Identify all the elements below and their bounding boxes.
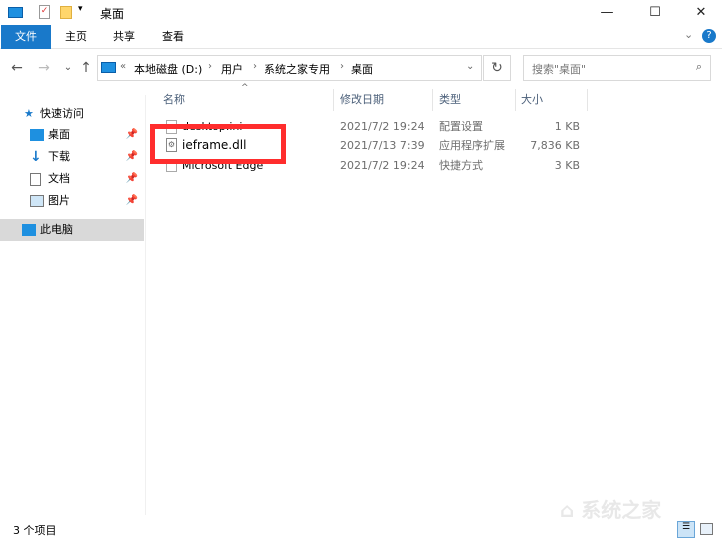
computer-icon [22, 224, 36, 236]
sidebar-label: 下载 [48, 150, 70, 163]
back-button[interactable]: ← [9, 59, 25, 77]
file-type: 快捷方式 [439, 159, 483, 172]
column-divider[interactable] [432, 89, 433, 111]
sidebar-item-documents[interactable]: 文档 📌 [0, 168, 144, 190]
computer-icon [101, 62, 116, 73]
sidebar-label: 此电脑 [40, 223, 73, 236]
sidebar-label: 桌面 [48, 128, 70, 141]
file-date: 2021/7/2 19:24 [340, 120, 425, 133]
maximize-button[interactable]: ☐ [632, 0, 678, 25]
pin-icon[interactable]: 📌 [126, 190, 138, 212]
tab-home[interactable]: 主页 [58, 25, 94, 49]
large-icons-view-button[interactable] [700, 523, 713, 535]
column-header-date[interactable]: 修改日期 [340, 89, 384, 111]
sidebar-item-desktop[interactable]: 桌面 📌 [0, 124, 144, 146]
chevron-right-icon: › [253, 61, 257, 72]
column-divider[interactable] [333, 89, 334, 111]
computer-icon [8, 7, 23, 18]
tab-share[interactable]: 共享 [106, 25, 142, 49]
refresh-button[interactable]: ↻ [483, 55, 511, 81]
sidebar-item-downloads[interactable]: ↓ 下载 📌 [0, 146, 144, 168]
recent-locations-button[interactable]: ⌄ [60, 59, 76, 77]
expand-ribbon-icon[interactable]: ⌄ [684, 28, 693, 41]
file-size: 3 KB [554, 159, 580, 172]
column-header-type[interactable]: 类型 [439, 89, 461, 111]
picture-icon [30, 195, 44, 207]
highlight-box [150, 124, 286, 164]
chevron-right-icon: › [208, 61, 212, 72]
pin-icon[interactable]: 📌 [126, 146, 138, 168]
tab-file[interactable]: 文件 [1, 25, 51, 49]
file-date: 2021/7/2 19:24 [340, 159, 425, 172]
column-header-size[interactable]: 大小 [521, 89, 543, 111]
file-size: 7,836 KB [530, 139, 580, 152]
file-size: 1 KB [554, 120, 580, 133]
watermark-logo: ⌂ 系统之家 [560, 498, 662, 522]
sidebar-label: 快速访问 [40, 107, 84, 120]
close-button[interactable]: ✕ [678, 0, 722, 25]
address-bar[interactable]: « 本地磁盘 (D:) › 用户 › 系统之家专用 › 桌面 ⌄ [97, 55, 482, 81]
sidebar-item-pictures[interactable]: 图片 📌 [0, 190, 144, 212]
new-folder-icon[interactable] [60, 6, 72, 19]
pin-icon[interactable]: 📌 [126, 168, 138, 190]
customize-toolbar-icon[interactable]: ▾ [78, 4, 83, 14]
desktop-icon [30, 129, 44, 141]
document-icon [30, 173, 41, 186]
navigation-pane: ★ 快速访问 桌面 📌 ↓ 下载 📌 文档 📌 图片 📌 此电脑 [0, 95, 146, 515]
column-divider[interactable] [515, 89, 516, 111]
title-bar: ✓ ▾ 桌面 — ☐ ✕ [0, 0, 722, 25]
breadcrumb-drive[interactable]: 本地磁盘 (D:) [134, 61, 202, 77]
tab-view[interactable]: 查看 [155, 25, 191, 49]
breadcrumb-users[interactable]: 用户 [221, 61, 243, 77]
download-icon: ↓ [30, 149, 42, 165]
window-title: 桌面 [100, 7, 125, 21]
minimize-button[interactable]: — [584, 0, 630, 25]
status-item-count: 3 个项目 [13, 524, 57, 537]
help-icon[interactable]: ? [702, 29, 716, 43]
address-dropdown-icon[interactable]: ⌄ [466, 61, 474, 72]
sort-indicator-icon: ^ [241, 83, 249, 93]
sidebar-label: 文档 [48, 172, 70, 185]
sidebar-quick-access[interactable]: ★ 快速访问 [0, 103, 144, 125]
search-placeholder: 搜索"桌面" [532, 63, 587, 76]
pin-icon[interactable]: 📌 [126, 124, 138, 146]
sidebar-label: 图片 [48, 194, 70, 207]
search-input[interactable]: 搜索"桌面" ⌕ [523, 55, 711, 81]
search-icon: ⌕ [695, 60, 702, 73]
breadcrumb-folder[interactable]: 系统之家专用 [264, 61, 330, 77]
details-view-button[interactable]: ☰ [677, 521, 695, 538]
overflow-icon[interactable]: « [120, 61, 126, 72]
file-date: 2021/7/13 7:39 [340, 139, 425, 152]
star-icon: ★ [24, 107, 34, 120]
breadcrumb-desktop[interactable]: 桌面 [351, 61, 373, 77]
up-button[interactable]: ↑ [78, 59, 94, 77]
chevron-right-icon: › [340, 61, 344, 72]
column-header-name[interactable]: 名称 [163, 89, 185, 111]
file-type: 配置设置 [439, 120, 483, 133]
column-divider[interactable] [587, 89, 588, 111]
forward-button[interactable]: → [36, 59, 52, 77]
file-type: 应用程序扩展 [439, 139, 505, 152]
properties-icon[interactable]: ✓ [39, 5, 50, 19]
ribbon: 文件 主页 共享 查看 ⌄ ? [0, 25, 722, 49]
sidebar-item-this-pc[interactable]: 此电脑 [0, 219, 144, 241]
